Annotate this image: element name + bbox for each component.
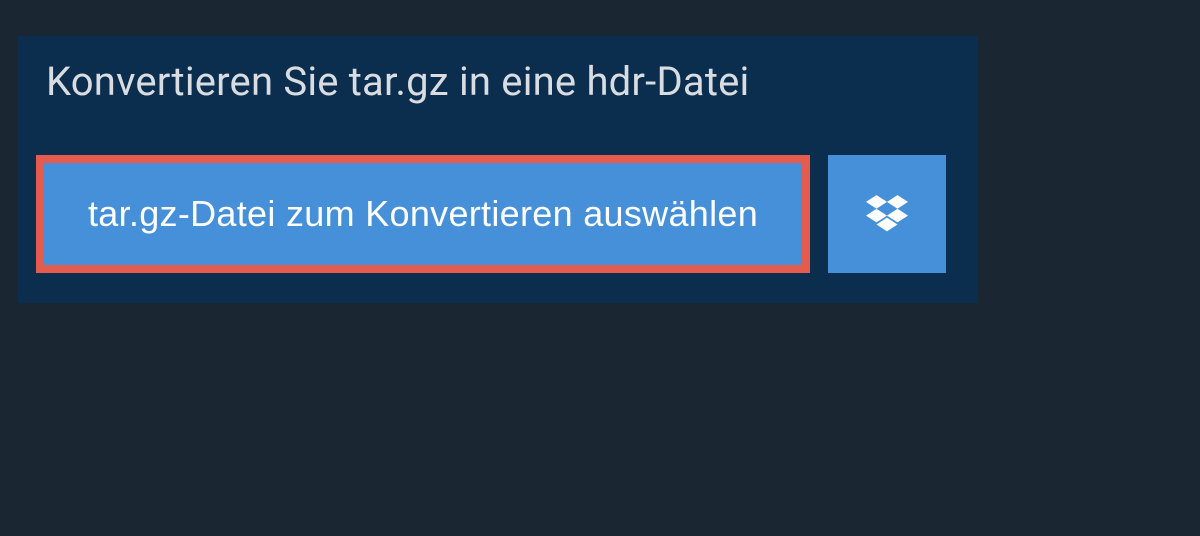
dropbox-button[interactable] (828, 155, 946, 273)
page-title: Konvertieren Sie tar.gz in eine hdr-Date… (46, 58, 749, 105)
title-bar: Konvertieren Sie tar.gz in eine hdr-Date… (18, 36, 779, 127)
converter-panel: Konvertieren Sie tar.gz in eine hdr-Date… (18, 36, 978, 303)
dropbox-icon (866, 195, 908, 233)
button-row: tar.gz-Datei zum Konvertieren auswählen (18, 127, 978, 303)
select-file-highlight: tar.gz-Datei zum Konvertieren auswählen (36, 155, 810, 273)
select-file-button[interactable]: tar.gz-Datei zum Konvertieren auswählen (44, 163, 802, 265)
